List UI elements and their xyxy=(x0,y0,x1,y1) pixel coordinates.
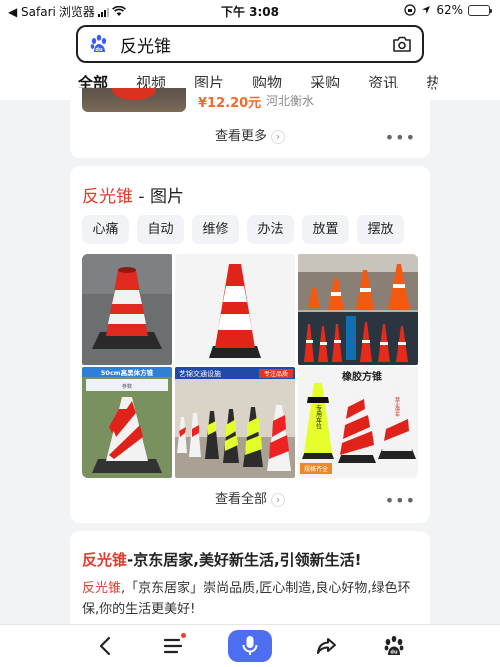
shopping-result-card: ¥12.20元 河北衡水 查看更多 › ••• xyxy=(70,88,430,158)
status-right: 62% xyxy=(404,3,492,17)
battery-icon xyxy=(468,4,492,16)
status-bar: ◀ Safari 浏览器 下午 3:08 62% xyxy=(0,0,500,20)
cone-label-text: 专用车位 xyxy=(315,404,322,429)
svg-text:du: du xyxy=(95,47,103,53)
traffic-cone-photo-icon xyxy=(175,254,295,365)
battery-percent: 62% xyxy=(436,3,463,17)
notification-dot xyxy=(181,633,186,638)
voice-search-button[interactable] xyxy=(228,630,272,662)
image-thumbnail-2[interactable] xyxy=(175,254,295,365)
chip-fangzhi[interactable]: 放置 xyxy=(302,215,349,244)
rubber-cone-photo-icon: 橡胶方锥 专用车位 禁止停车 规格齐全 xyxy=(298,367,418,478)
more-options-icon[interactable]: ••• xyxy=(385,130,416,146)
image-caption: 艺锦交通设施 xyxy=(179,369,221,378)
chevron-right-icon: › xyxy=(271,130,285,144)
image-tag: 规格齐全 xyxy=(304,465,328,473)
image-tag: 专注品质 xyxy=(264,370,288,378)
location-arrow-icon xyxy=(422,6,431,14)
snippet-text: ,「京东居家」崇尚品质,匠心制造,良心好物,绿色环保,你的生活更美好! xyxy=(82,581,411,617)
image-thumbnail-6[interactable]: 橡胶方锥 专用车位 禁止停车 规格齐全 xyxy=(298,367,418,478)
web-result-card: 反光锥-京东居家,美好新生活,引领新生活! 反光锥,「京东居家」崇尚品质,匠心制… xyxy=(70,531,430,631)
title-keyword: 反光锥 xyxy=(82,187,133,207)
search-input[interactable]: 反光锥 xyxy=(120,32,392,57)
svg-text:du: du xyxy=(390,650,398,656)
bottom-toolbar: du xyxy=(0,624,500,667)
image-thumbnail-4[interactable]: 50cm高黑体方锥 参数 xyxy=(82,367,172,478)
traffic-cone-row-photo-icon: 艺锦交通设施 专注品质 xyxy=(175,367,295,478)
chip-banfa[interactable]: 办法 xyxy=(247,215,294,244)
chip-xintong[interactable]: 心痛 xyxy=(82,215,129,244)
chip-baifang[interactable]: 摆放 xyxy=(357,215,404,244)
snippet-keyword: 反光锥 xyxy=(82,581,122,596)
image-thumbnail-3[interactable] xyxy=(298,254,418,365)
image-grid: 50cm高黑体方锥 参数 艺锦交通设施 专注品质 橡胶方锥 专用车位 禁止停车 … xyxy=(82,254,419,478)
traffic-cone-group-photo-icon xyxy=(298,254,418,365)
product-price: ¥12.20元 xyxy=(198,96,262,111)
see-more-link[interactable]: 查看更多 › xyxy=(70,125,430,144)
back-icon[interactable] xyxy=(93,633,119,659)
product-location: 河北衡水 xyxy=(266,94,315,108)
share-icon[interactable] xyxy=(314,633,340,659)
image-card-title[interactable]: 反光锥 - 图片 xyxy=(82,182,184,207)
microphone-icon xyxy=(242,636,258,655)
related-chips: 心痛 自动 维修 办法 放置 摆放 xyxy=(82,215,404,244)
traffic-cone-photo-icon: 50cm高黑体方锥 参数 xyxy=(82,367,172,478)
title-suffix: - 图片 xyxy=(133,187,184,207)
cone-label-text-2: 禁止停车 xyxy=(394,397,400,418)
chip-weixiu[interactable]: 维修 xyxy=(192,215,239,244)
menu-button[interactable] xyxy=(160,633,186,659)
result-title-text: -京东居家,美好新生活,引领新生活! xyxy=(127,551,362,569)
image-thumbnail-1[interactable] xyxy=(82,254,172,365)
image-subcaption: 参数 xyxy=(122,383,132,390)
see-all-label: 查看全部 xyxy=(214,492,267,507)
camera-icon[interactable] xyxy=(392,35,412,53)
result-title-link[interactable]: 反光锥-京东居家,美好新生活,引领新生活! xyxy=(82,549,361,570)
see-more-label: 查看更多 xyxy=(214,129,267,144)
image-caption: 橡胶方锥 xyxy=(342,370,382,383)
see-all-link[interactable]: 查看全部 › xyxy=(70,488,430,507)
chevron-right-icon: › xyxy=(271,493,285,507)
result-snippet: 反光锥,「京东居家」崇尚品质,匠心制造,良心好物,绿色环保,你的生活更美好! xyxy=(82,578,422,620)
baidu-paw-icon: du xyxy=(90,34,107,53)
image-result-card: 反光锥 - 图片 心痛 自动 维修 办法 放置 摆放 50cm高黑体方锥 参数 … xyxy=(70,166,430,523)
result-title-keyword: 反光锥 xyxy=(82,551,128,569)
image-thumbnail-5[interactable]: 艺锦交通设施 专注品质 xyxy=(175,367,295,478)
search-box[interactable]: du 反光锥 xyxy=(76,25,424,63)
baidu-paw-icon[interactable]: du xyxy=(381,633,407,659)
traffic-cone-photo-icon xyxy=(82,254,172,365)
more-options-icon[interactable]: ••• xyxy=(385,493,416,509)
product-thumbnail[interactable] xyxy=(82,88,186,112)
lock-rotation-icon xyxy=(404,4,416,16)
chip-zidong[interactable]: 自动 xyxy=(137,215,184,244)
image-caption: 50cm高黑体方锥 xyxy=(101,368,154,377)
